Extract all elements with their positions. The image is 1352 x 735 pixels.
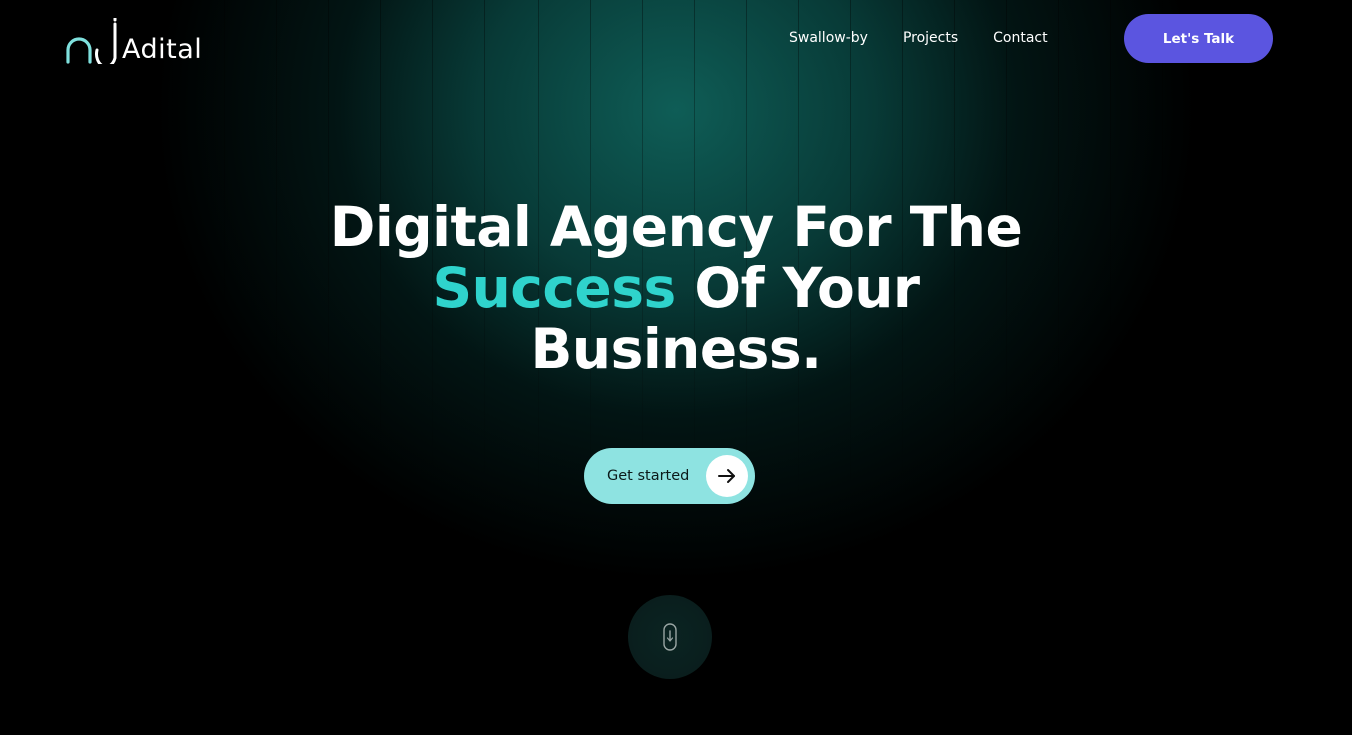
hero-title-line1: Digital Agency For The (329, 195, 1023, 259)
nav-item-swallow-by[interactable]: Swallow-by (789, 29, 868, 47)
brand-logo[interactable]: Adital (64, 16, 202, 64)
hero-title-accent: Success (432, 256, 676, 320)
arrow-circle (706, 455, 748, 497)
main-nav: Swallow-by Projects Contact (789, 29, 1048, 47)
brand-name: Adital (122, 34, 203, 65)
hero-title: Digital Agency For The Success Of Your B… (176, 197, 1176, 380)
nav-item-projects[interactable]: Projects (903, 29, 958, 47)
hero-title-line2: Of Your (675, 256, 920, 320)
background-stripe (120, 0, 121, 560)
get-started-label: Get started (607, 468, 690, 484)
background-stripe (1266, 0, 1267, 560)
arrow-right-icon (718, 469, 735, 483)
background-stripe (172, 0, 173, 560)
scroll-down-button[interactable] (628, 595, 712, 679)
background-stripe (1214, 0, 1215, 560)
get-started-button[interactable]: Get started (584, 448, 755, 504)
lets-talk-button[interactable]: Let's Talk (1124, 14, 1273, 63)
hero-title-line3: Business. (530, 317, 823, 381)
background-stripe (68, 0, 69, 560)
landing-page: Adital Swallow-by Projects Contact Let's… (0, 0, 1352, 735)
aj-monogram-icon (66, 18, 117, 64)
mouse-scroll-icon (663, 623, 677, 651)
nav-item-contact[interactable]: Contact (993, 29, 1047, 47)
